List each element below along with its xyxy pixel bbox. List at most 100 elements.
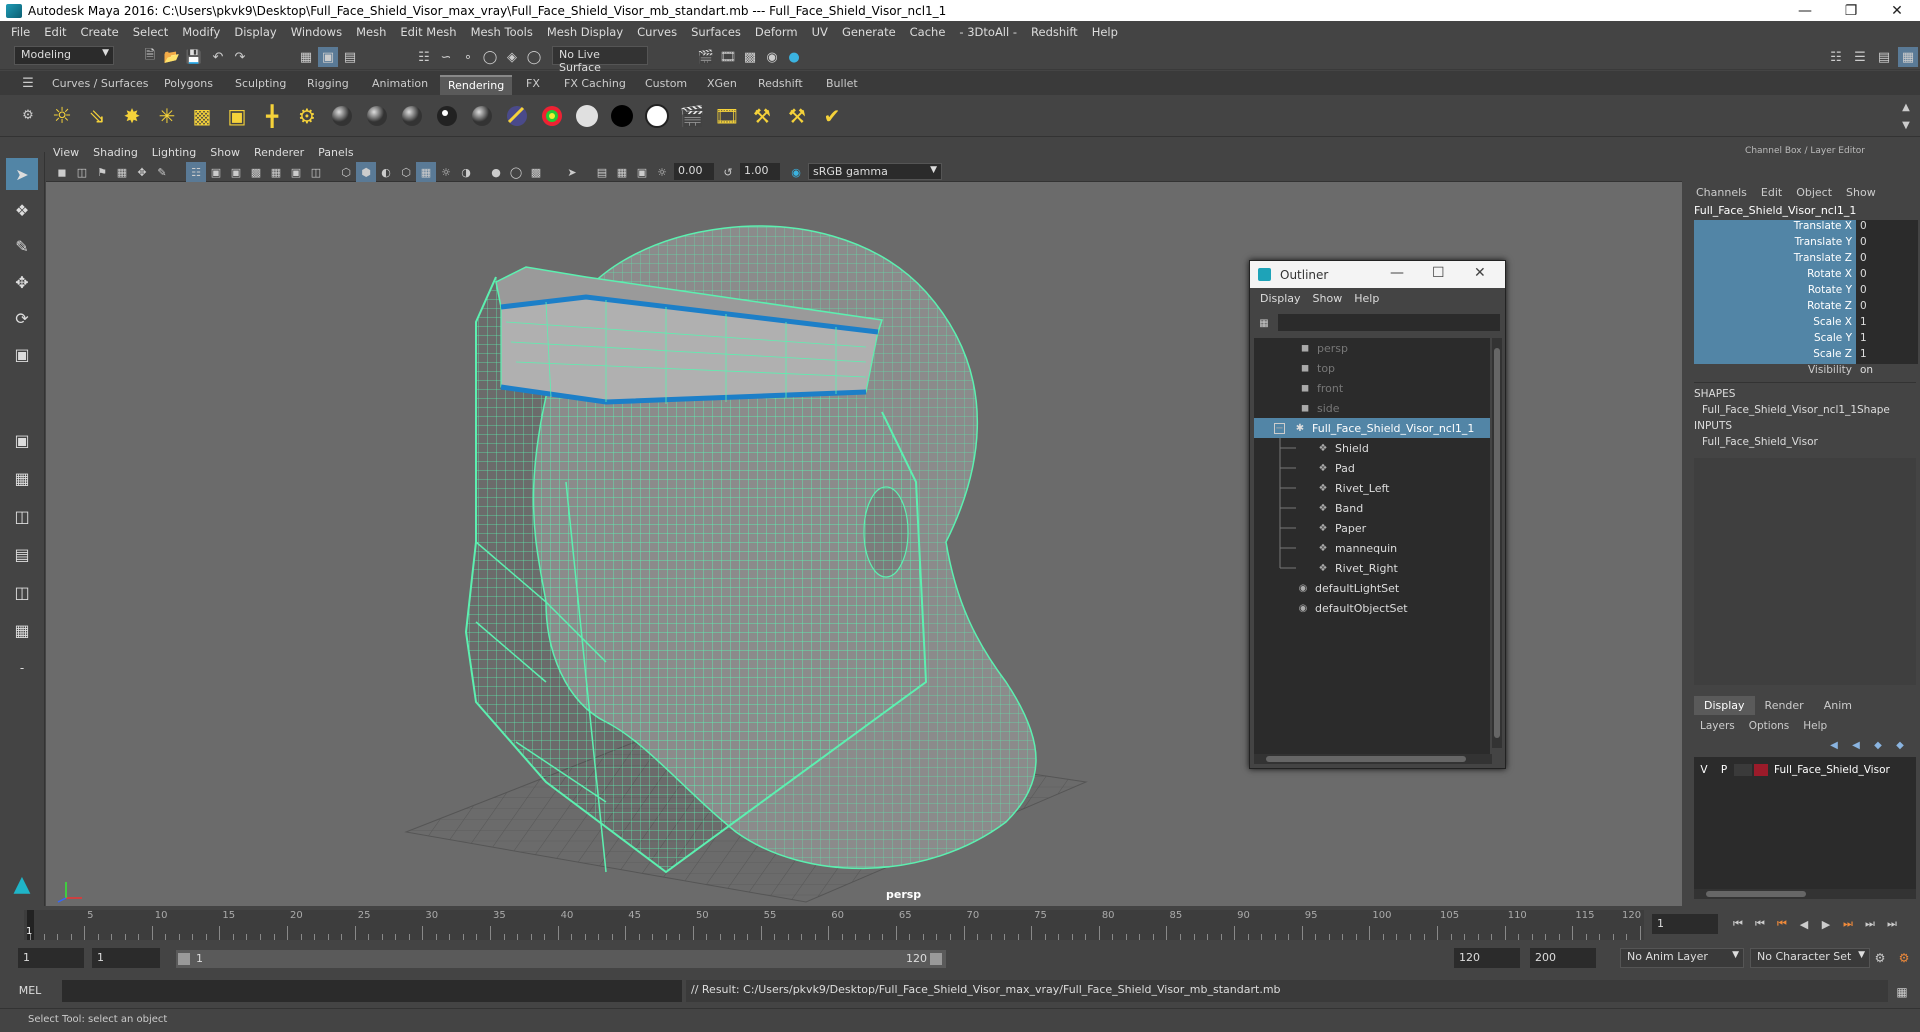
character-set-dropdown[interactable]: No Character Set ▼: [1750, 948, 1870, 968]
tab-layer-render[interactable]: Render: [1755, 696, 1814, 715]
camera-aim-icon[interactable]: ⚙: [293, 102, 321, 130]
layer-color-swatch[interactable]: [1754, 764, 1768, 776]
select-component-icon[interactable]: ▤: [340, 47, 360, 67]
render-setup-icon[interactable]: ⚒: [783, 102, 811, 130]
snap-grid-icon[interactable]: ☷: [414, 47, 434, 67]
anti-aliasing-icon[interactable]: ▩: [526, 162, 546, 182]
layer-menu-options[interactable]: Options: [1749, 720, 1804, 732]
go-to-end-icon[interactable]: ⏭: [1882, 914, 1902, 934]
lambert-material-icon[interactable]: [328, 102, 356, 130]
step-back-icon[interactable]: ⏮: [1750, 914, 1770, 934]
rotate-tool-icon[interactable]: ⟳: [6, 302, 38, 334]
resolution-gate-icon[interactable]: ▣: [226, 162, 246, 182]
use-all-lights-icon[interactable]: ☼: [436, 162, 456, 182]
2d-pan-zoom-icon[interactable]: ✥: [132, 162, 152, 182]
tab-layer-anim[interactable]: Anim: [1814, 696, 1862, 715]
wireframe-icon[interactable]: ⬡: [336, 162, 356, 182]
outliner-hscrollbar[interactable]: [1254, 754, 1492, 764]
playback-end-field[interactable]: 120: [1454, 948, 1520, 968]
minimize-icon[interactable]: —: [1782, 0, 1828, 21]
menu-modify[interactable]: Modify: [175, 25, 227, 39]
ambient-light-icon[interactable]: ☼: [48, 102, 76, 130]
new-scene-icon[interactable]: 🗎: [140, 47, 160, 67]
menu-redshift[interactable]: Redshift: [1024, 25, 1085, 39]
menu-help[interactable]: Help: [1085, 25, 1125, 39]
camera-select-icon[interactable]: ◼: [52, 162, 72, 182]
ambient-occlusion-icon[interactable]: ●: [486, 162, 506, 182]
anisotropic-material-icon[interactable]: [468, 102, 496, 130]
open-scene-icon[interactable]: 📂: [162, 47, 182, 67]
wireframe-on-shaded-icon[interactable]: ⬡: [396, 162, 416, 182]
attribute-editor-icon[interactable]: ☰: [1850, 47, 1870, 67]
field-chart-icon[interactable]: ▦: [266, 162, 286, 182]
safe-title-icon[interactable]: ◫: [306, 162, 326, 182]
restore-icon[interactable]: ❐: [1828, 0, 1874, 21]
tab-redshift[interactable]: Redshift: [750, 75, 811, 95]
motion-blur-icon[interactable]: ◯: [506, 162, 526, 182]
channel-scale-x[interactable]: Scale X1: [1694, 316, 1918, 332]
vp-menu-shading[interactable]: Shading: [86, 146, 145, 159]
play-forwards-icon[interactable]: ▶: [1816, 914, 1836, 934]
layer-menu-help[interactable]: Help: [1803, 720, 1827, 732]
channel-value[interactable]: 0: [1856, 284, 1918, 300]
menu-windows[interactable]: Windows: [284, 25, 349, 39]
menu-mesh-tools[interactable]: Mesh Tools: [464, 25, 540, 39]
tab-rigging[interactable]: Rigging: [299, 75, 357, 95]
menu-uv[interactable]: UV: [805, 25, 835, 39]
exposure-field[interactable]: 0.00: [674, 163, 714, 180]
ipr-render-icon[interactable]: 🎞: [718, 47, 738, 67]
gamma-icon[interactable]: ↺: [718, 162, 738, 182]
input-name[interactable]: Full_Face_Shield_Visor: [1702, 436, 1818, 448]
menu-curves[interactable]: Curves: [630, 25, 684, 39]
vp-menu-view[interactable]: View: [46, 146, 86, 159]
command-input[interactable]: [62, 980, 682, 1002]
vp-menu-show[interactable]: Show: [203, 146, 247, 159]
step-forward-key-icon[interactable]: ⏭: [1838, 914, 1858, 934]
tab-sculpting[interactable]: Sculpting: [227, 75, 294, 95]
safe-action-icon[interactable]: ▣: [286, 162, 306, 182]
channel-value[interactable]: 1: [1856, 348, 1918, 364]
menu-mesh[interactable]: Mesh: [349, 25, 393, 39]
tool-settings-icon[interactable]: ▤: [1874, 47, 1894, 67]
menu-3dtoall[interactable]: - 3DtoAll -: [952, 25, 1024, 39]
channel-rotate-y[interactable]: Rotate Y0: [1694, 284, 1918, 300]
layer-type-toggle[interactable]: [1734, 764, 1752, 776]
layer-row[interactable]: V P Full_Face_Shield_Visor: [1694, 761, 1916, 779]
channel-value[interactable]: on: [1856, 364, 1918, 380]
paint-select-tool-icon[interactable]: ✎: [6, 230, 38, 262]
area-light-icon[interactable]: ▩: [188, 102, 216, 130]
vp-menu-lighting[interactable]: Lighting: [145, 146, 203, 159]
select-object-icon[interactable]: ▣: [318, 47, 338, 67]
xray-active-icon[interactable]: ▦: [612, 162, 632, 182]
channel-scale-z[interactable]: Scale Z1: [1694, 348, 1918, 364]
range-bar[interactable]: 1 120: [176, 950, 946, 968]
outliner-menu-display[interactable]: Display: [1254, 292, 1307, 305]
image-plane-icon[interactable]: ▦: [112, 162, 132, 182]
camera-attributes-icon[interactable]: ◫: [72, 162, 92, 182]
tab-custom[interactable]: Custom: [637, 75, 695, 95]
layer-visibility-toggle[interactable]: V: [1694, 764, 1714, 776]
tab-fx-caching[interactable]: FX Caching: [556, 75, 634, 95]
menu-edit-mesh[interactable]: Edit Mesh: [393, 25, 463, 39]
xray-joints-icon[interactable]: ▤: [592, 162, 612, 182]
select-tool-icon[interactable]: ➤: [6, 158, 38, 190]
new-layer-icon[interactable]: ◆: [1868, 735, 1888, 755]
menu-edit[interactable]: Edit: [37, 25, 73, 39]
menu-surfaces[interactable]: Surfaces: [684, 25, 748, 39]
list-item[interactable]: ◉ defaultObjectSet: [1254, 598, 1490, 618]
color-management-icon[interactable]: ◉: [786, 162, 806, 182]
outliner-menu-help[interactable]: Help: [1348, 292, 1385, 305]
channel-rotate-x[interactable]: Rotate X0: [1694, 268, 1918, 284]
channel-visibility[interactable]: Visibility on: [1694, 364, 1918, 380]
isolate-select-icon[interactable]: ➤: [562, 162, 582, 182]
hypershade-layout-icon[interactable]: ◫: [6, 576, 38, 608]
ramp-shader-icon[interactable]: [538, 102, 566, 130]
shadows-icon[interactable]: ◑: [456, 162, 476, 182]
step-forward-icon[interactable]: ⏭: [1860, 914, 1880, 934]
move-layer-up-icon[interactable]: ◀: [1824, 735, 1844, 755]
bookmark-icon[interactable]: ⚑: [92, 162, 112, 182]
tab-layer-display[interactable]: Display: [1694, 695, 1755, 715]
undo-icon[interactable]: ↶: [208, 47, 228, 67]
snap-surface-icon[interactable]: ◈: [502, 47, 522, 67]
default-material-icon[interactable]: ◐: [376, 162, 396, 182]
